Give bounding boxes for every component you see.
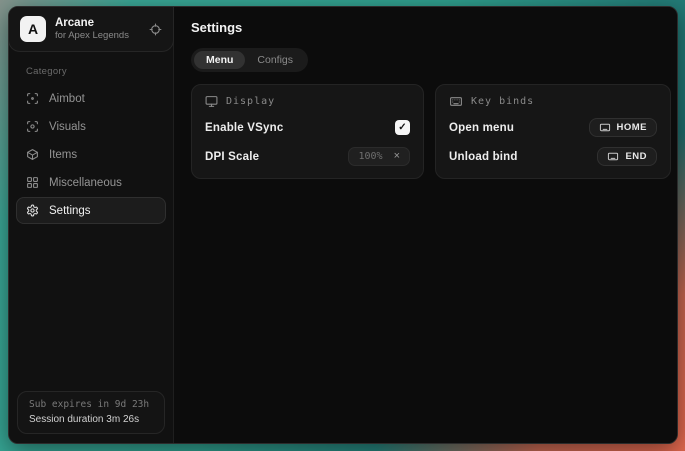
- unload-bind-label: Unload bind: [449, 151, 518, 163]
- sidebar-item-label: Settings: [49, 205, 91, 217]
- subscription-info-box: Sub expires in 9d 23h Session duration 3…: [17, 391, 165, 434]
- keyboard-icon: [599, 122, 611, 133]
- package-icon: [26, 148, 39, 161]
- eye-scan-icon: [26, 120, 39, 133]
- open-menu-label: Open menu: [449, 122, 514, 134]
- sidebar: A Arcane for Apex Legends Category Aimbo…: [9, 7, 174, 443]
- page-title: Settings: [191, 20, 671, 35]
- sub-expiry-text: Sub expires in 9d 23h: [29, 399, 153, 410]
- sidebar-item-aimbot[interactable]: Aimbot: [16, 85, 166, 112]
- vsync-row: Enable VSync ✓: [205, 118, 410, 137]
- settings-cards: Display Enable VSync ✓ DPI Scale 100% ×: [191, 84, 671, 179]
- open-menu-keybind-button[interactable]: HOME: [589, 118, 658, 137]
- dpi-label: DPI Scale: [205, 151, 259, 163]
- monitor-icon: [205, 95, 218, 108]
- sidebar-item-miscellaneous[interactable]: Miscellaneous: [16, 169, 166, 196]
- sidebar-item-visuals[interactable]: Visuals: [16, 113, 166, 140]
- main-content: Settings Menu Configs Display Enable VSy…: [174, 7, 678, 443]
- open-menu-key: HOME: [617, 122, 648, 133]
- session-duration-text: Session duration 3m 26s: [29, 414, 153, 425]
- sidebar-item-label: Miscellaneous: [49, 177, 122, 189]
- sidebar-nav: Aimbot Visuals Items: [9, 84, 173, 225]
- app-title-block: Arcane for Apex Legends: [55, 16, 140, 42]
- app-header: A Arcane for Apex Legends: [8, 7, 174, 52]
- category-label: Category: [26, 66, 173, 77]
- app-window: A Arcane for Apex Legends Category Aimbo…: [8, 6, 678, 444]
- keyboard-icon: [449, 95, 463, 108]
- settings-tabs: Menu Configs: [191, 48, 308, 72]
- app-title: Arcane: [55, 16, 140, 30]
- vsync-checkbox[interactable]: ✓: [395, 120, 410, 135]
- grid-icon: [26, 176, 39, 189]
- dpi-scale-value: 100%: [358, 151, 382, 162]
- app-logo: A: [20, 16, 46, 42]
- keybinds-card: Key binds Open menu HOME Unload bind: [435, 84, 671, 179]
- crosshair-scan-icon: [26, 92, 39, 105]
- sidebar-item-items[interactable]: Items: [16, 141, 166, 168]
- sidebar-item-settings[interactable]: Settings: [16, 197, 166, 224]
- sidebar-item-label: Visuals: [49, 121, 86, 133]
- dpi-row: DPI Scale 100% ×: [205, 147, 410, 166]
- keyboard-icon: [607, 151, 619, 162]
- unload-key: END: [625, 151, 647, 162]
- sidebar-item-label: Items: [49, 149, 77, 161]
- display-card-title: Display: [226, 96, 275, 107]
- gear-icon: [26, 204, 39, 217]
- keybinds-card-title: Key binds: [471, 96, 534, 107]
- keybinds-card-header: Key binds: [449, 95, 657, 108]
- dpi-scale-input[interactable]: 100% ×: [348, 147, 410, 166]
- unload-bind-row: Unload bind END: [449, 147, 657, 166]
- vsync-label: Enable VSync: [205, 122, 283, 134]
- clear-icon[interactable]: ×: [394, 151, 400, 162]
- unload-keybind-button[interactable]: END: [597, 147, 657, 166]
- tab-configs[interactable]: Configs: [245, 51, 305, 69]
- display-card-header: Display: [205, 95, 410, 108]
- crosshair-icon[interactable]: [149, 23, 162, 36]
- app-subtitle: for Apex Legends: [55, 30, 140, 42]
- open-menu-row: Open menu HOME: [449, 118, 657, 137]
- sidebar-item-label: Aimbot: [49, 93, 85, 105]
- tab-menu[interactable]: Menu: [194, 51, 245, 69]
- display-card: Display Enable VSync ✓ DPI Scale 100% ×: [191, 84, 424, 179]
